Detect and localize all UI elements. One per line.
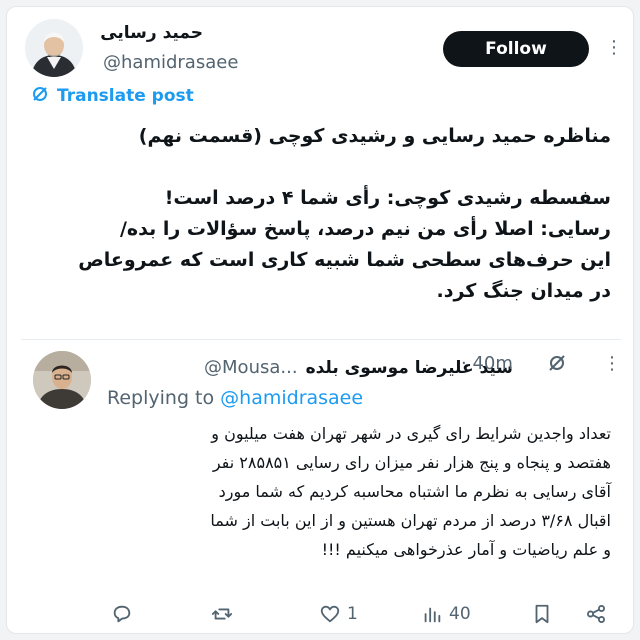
tweet-text: مناظره حمید رسایی و رشیدی کوچی (قسمت نهم… — [51, 121, 611, 307]
replying-prefix: Replying to — [107, 387, 221, 409]
bookmark-button[interactable] — [531, 597, 553, 631]
reply-line: و علم ریاضیات و آمار عذرخواهی میکنیم !!! — [321, 540, 611, 559]
tweet-line: مناظره حمید رسایی و رشیدی کوچی (قسمت نهم… — [138, 125, 611, 147]
translate-icon — [31, 85, 49, 107]
reply-line: آقای رسایی به نظرم ما اشتباه محاسبه کردی… — [218, 482, 611, 501]
more-icon[interactable]: ⋮ — [605, 37, 623, 59]
divider — [21, 339, 621, 340]
translate-post-link[interactable]: Translate post — [31, 85, 194, 107]
like-count: 1 — [347, 604, 358, 624]
replying-to: Replying to @hamidrasaee — [107, 387, 363, 409]
retweet-button[interactable] — [211, 597, 239, 631]
follow-button[interactable]: Follow — [443, 31, 589, 67]
share-icon — [587, 605, 605, 623]
author-name[interactable]: حمید رسایی — [100, 23, 203, 43]
tweet-line: سفسطه رشیدی کوچی: رأی شما ۴ درصد است! — [164, 187, 611, 209]
reply-author-avatar[interactable] — [33, 351, 91, 409]
reply-button[interactable] — [111, 597, 139, 631]
reply-line: هفتصد و پنجاه و پنج هزار نفر میزان رای ر… — [212, 453, 611, 472]
views-icon — [424, 607, 441, 623]
grok-icon[interactable] — [547, 353, 567, 378]
reply-author-handle[interactable]: @Mousa... — [204, 357, 298, 378]
reply-timestamp[interactable]: · 40m — [461, 353, 513, 374]
translate-label[interactable]: Translate post — [57, 86, 194, 106]
views-count: 40 — [449, 604, 471, 624]
tweet-line: در میدان جنگ کرد. — [436, 280, 612, 302]
reply-more-icon[interactable]: ⋮ — [603, 353, 621, 374]
tweet-line: این حرف‌های سطحی شما شبیه کاری است که عم… — [78, 249, 611, 271]
views-button[interactable]: 40 — [421, 597, 471, 631]
like-button[interactable]: 1 — [319, 597, 358, 631]
reply-text: تعداد واجدین شرایط رای گیری در شهر تهران… — [91, 419, 611, 564]
author-handle[interactable]: @hamidrasaee — [103, 52, 238, 73]
like-icon — [320, 605, 340, 623]
action-bar: 1 40 — [7, 597, 633, 631]
tweet-card: حمید رسایی @hamidrasaee Follow ⋮ Transla… — [6, 6, 634, 634]
reply-line: تعداد واجدین شرایط رای گیری در شهر تهران… — [211, 424, 611, 443]
tweet-line: رسایی: اصلا رأی من نیم درصد، پاسخ سؤالات… — [119, 218, 611, 240]
replying-to-mention[interactable]: @hamidrasaee — [220, 387, 363, 409]
share-button[interactable] — [585, 597, 607, 631]
retweet-icon — [211, 608, 233, 620]
reply-line: اقبال ۳/۶۸ درصد از مردم تهران هستین و از… — [210, 511, 611, 530]
bookmark-icon — [535, 604, 549, 624]
reply-icon — [113, 605, 131, 623]
tweet-line-break — [51, 152, 611, 183]
author-avatar[interactable] — [25, 19, 83, 77]
